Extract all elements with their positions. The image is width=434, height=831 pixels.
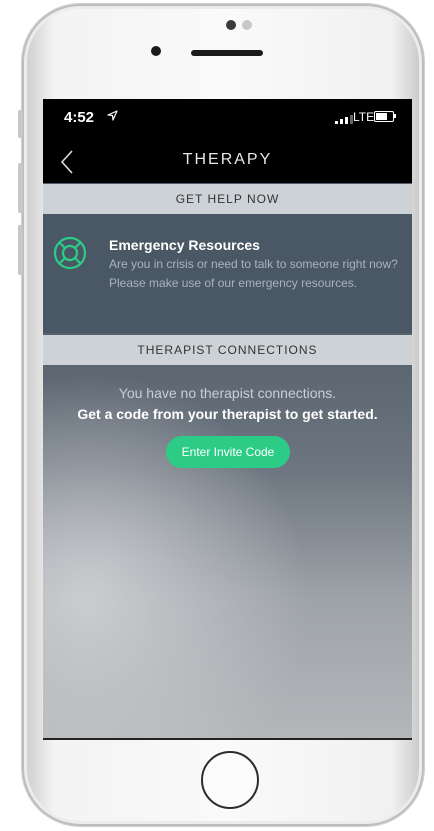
status-bar: 4:52 LTE [43, 99, 412, 145]
proximity-sensor [226, 20, 236, 30]
empty-state-message: You have no therapist connections. [118, 385, 337, 401]
enter-invite-code-button[interactable]: Enter Invite Code [166, 436, 290, 468]
lifebuoy-icon [53, 236, 87, 270]
status-time: 4:52 [64, 109, 95, 126]
page-title: THERAPY [182, 151, 273, 168]
section-header-get-help: GET HELP NOW [43, 184, 412, 214]
battery-icon [374, 111, 394, 122]
emergency-title: Emergency Resources [109, 237, 260, 253]
cellular-signal-icon [335, 115, 353, 124]
battery-tip [394, 114, 396, 118]
instruction-text: Get a code from your therapist to get st… [77, 406, 378, 422]
earpiece-speaker [191, 50, 263, 56]
volume-up-button [18, 163, 23, 213]
app-screen: 4:52 LTE THERAPY GET HELP NOW Emergency … [43, 99, 412, 740]
emergency-description: Are you in crisis or need to talk to som… [109, 257, 398, 290]
volume-down-button [18, 225, 23, 275]
section-header-therapist-connections: THERAPIST CONNECTIONS [43, 335, 412, 365]
network-label: LTE [353, 110, 375, 124]
ambient-sensor [242, 20, 252, 30]
emergency-resources-card[interactable]: Emergency Resources Are you in crisis or… [43, 214, 412, 333]
location-arrow-icon [107, 109, 118, 124]
screen-bottom-edge [43, 738, 412, 740]
home-button[interactable] [201, 751, 259, 809]
nav-bar: THERAPY [43, 145, 412, 183]
mute-switch [18, 110, 23, 138]
front-camera [151, 46, 161, 56]
